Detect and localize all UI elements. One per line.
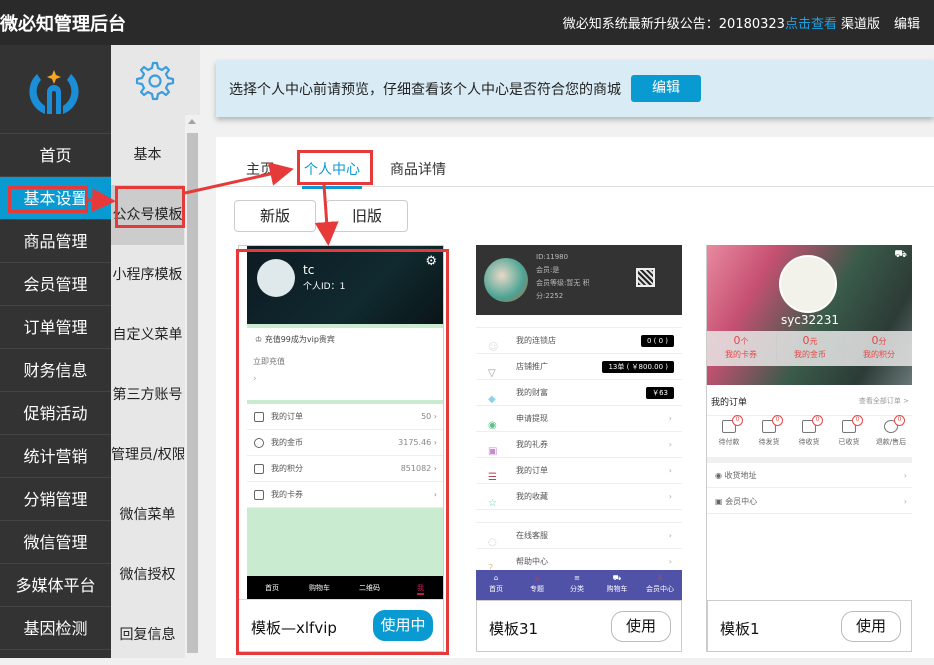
arrow-icon: [87, 188, 116, 213]
annotation-arrows: [87, 162, 339, 246]
arrow-icon: [184, 162, 294, 195]
arrow-icon: [314, 184, 339, 246]
